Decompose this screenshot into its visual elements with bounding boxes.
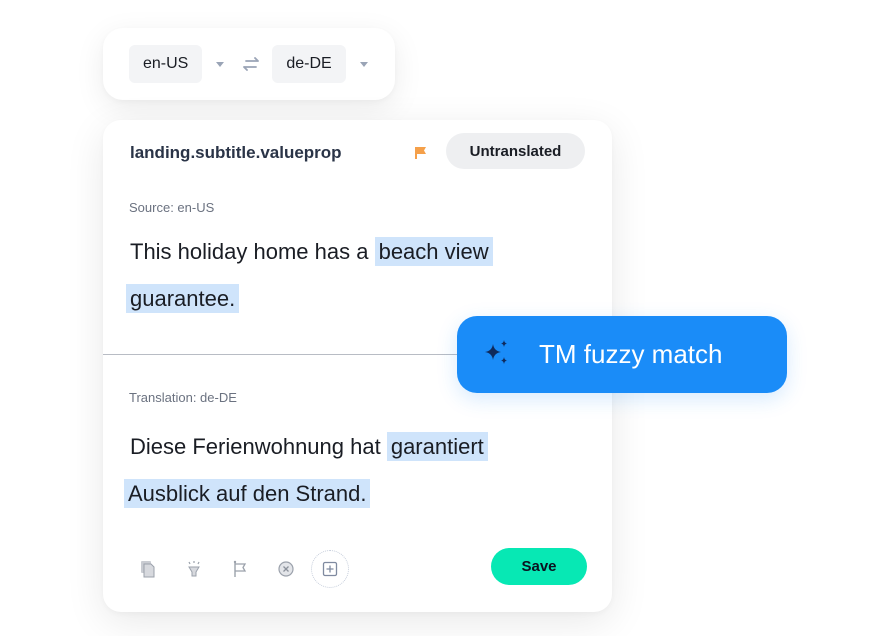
flag-outline-icon[interactable] (229, 558, 251, 580)
string-key: landing.subtitle.valueprop (130, 143, 342, 162)
translation-text-highlight: garantiert (386, 432, 488, 461)
copy-icon[interactable] (137, 558, 159, 580)
source-text-highlight: guarantee. (126, 284, 240, 313)
tm-fuzzy-match-label: TM fuzzy match (539, 339, 723, 369)
add-icon (322, 561, 338, 577)
editor-toolbar (137, 550, 349, 588)
source-text-line-1: This holiday home has a beach view (130, 237, 493, 266)
translation-label: Translation: de-DE (129, 390, 237, 405)
caret-down-icon[interactable] (216, 61, 225, 67)
target-language-label: de-DE (286, 55, 332, 72)
flag-icon[interactable] (414, 146, 428, 165)
translation-text-line-1[interactable]: Diese Ferienwohnung hat garantiert (130, 432, 488, 461)
tm-fuzzy-match-badge[interactable]: TM fuzzy match (457, 316, 787, 393)
translation-text-plain: Diese Ferienwohnung hat (130, 434, 387, 459)
clear-icon[interactable] (275, 558, 297, 580)
translation-text-line-2[interactable]: Ausblick auf den Strand. (124, 479, 371, 508)
source-text-line-2: guarantee. (126, 284, 240, 313)
source-text-plain: This holiday home has a (130, 239, 375, 264)
add-button[interactable] (311, 550, 349, 588)
caret-down-icon[interactable] (359, 61, 368, 67)
lightbulb-icon[interactable] (183, 558, 205, 580)
status-label: Untranslated (469, 142, 562, 160)
source-label: Source: en-US (129, 200, 215, 215)
source-language-select[interactable]: en-US (129, 45, 203, 83)
target-language-select[interactable]: de-DE (272, 45, 346, 83)
swap-arrows-icon[interactable] (240, 56, 262, 72)
save-button[interactable]: Save (491, 548, 587, 585)
sparkle-icon (483, 338, 511, 371)
status-badge: Untranslated (446, 133, 585, 169)
language-selector-bar: en-US de-DE (103, 28, 395, 100)
source-text-highlight: beach view (374, 237, 493, 266)
translation-text-highlight: Ausblick auf den Strand. (124, 479, 371, 508)
source-language-label: en-US (143, 55, 189, 72)
